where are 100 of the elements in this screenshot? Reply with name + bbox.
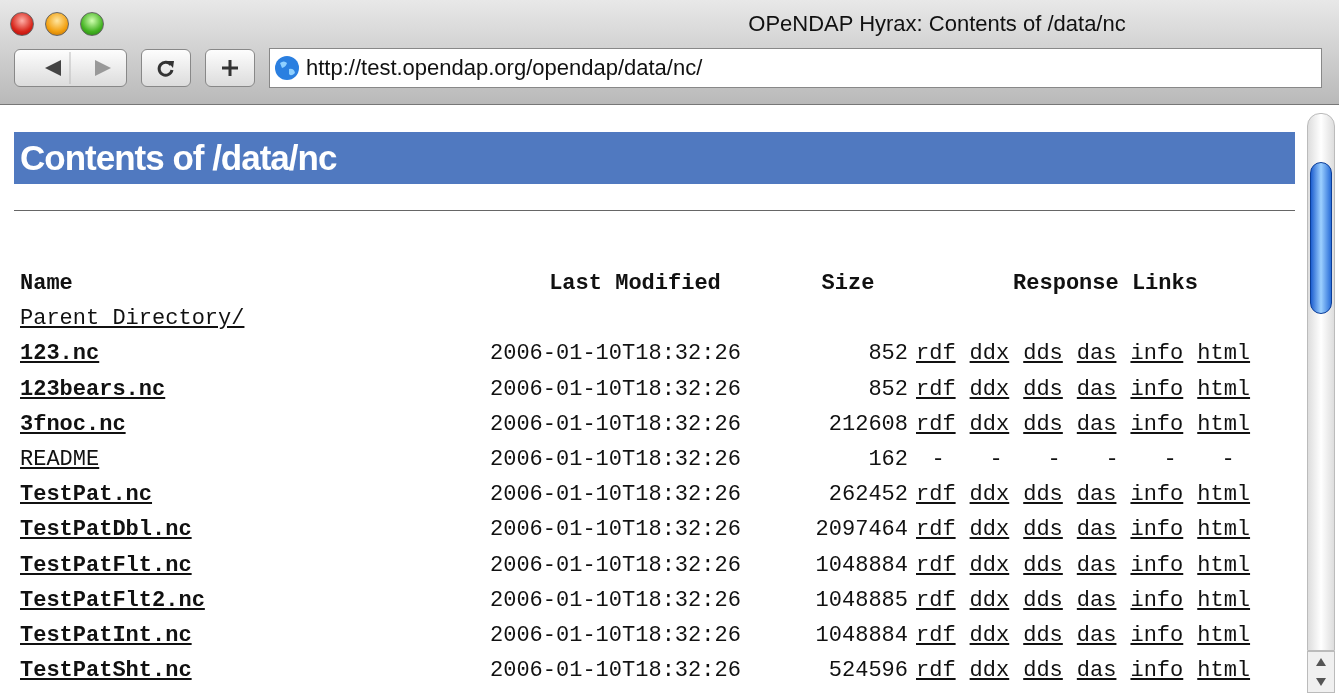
file-link[interactable]: TestPat.nc [20,482,153,508]
response-link[interactable]: html [1197,341,1251,368]
response-link[interactable]: ddx [969,341,1010,368]
zoom-button[interactable] [80,12,104,36]
response-link[interactable]: das [1076,658,1117,685]
size-text: 1048884 [814,622,909,649]
column-header: Response Links [1012,271,1199,297]
response-link[interactable]: rdf [916,552,956,579]
response-link[interactable]: rdf [916,587,956,614]
response-link[interactable]: dds [1023,376,1063,403]
add-bookmark-button[interactable] [205,49,255,87]
minimize-button[interactable] [45,12,69,36]
response-link[interactable]: info [1130,587,1184,614]
response-link[interactable]: info [1130,658,1184,685]
response-link[interactable]: info [1130,411,1184,438]
file-link[interactable]: README [20,446,100,472]
response-link[interactable]: dds [1023,517,1063,544]
dash-text: - [1162,446,1178,473]
back-forward-button[interactable] [14,49,127,87]
size-text: 1048884 [814,552,909,579]
response-link[interactable]: info [1130,376,1184,403]
date-text: 2006-01-10T18:32:26 [490,552,742,579]
date-text: 2006-01-10T18:32:26 [490,341,742,368]
response-link[interactable]: ddx [969,517,1010,544]
response-link[interactable]: das [1076,411,1117,438]
date-text: 2006-01-10T18:32:26 [490,411,742,438]
address-field[interactable]: http://test.opendap.org/opendap/data/nc/ [269,48,1322,88]
size-text: 262452 [827,482,909,509]
dash-text: - [930,446,946,473]
date-text: 2006-01-10T18:32:26 [490,376,742,403]
response-link[interactable]: info [1130,517,1184,544]
close-button[interactable] [10,12,34,36]
reload-button[interactable] [141,49,191,87]
response-link[interactable]: das [1076,622,1117,649]
date-text: 2006-01-10T18:32:26 [490,517,742,544]
response-link[interactable]: rdf [916,482,956,509]
response-link[interactable]: html [1197,658,1251,685]
response-link[interactable]: dds [1023,482,1063,509]
file-link[interactable]: 3fnoc.nc [20,411,126,437]
file-link[interactable]: TestPatFlt.nc [20,552,192,578]
response-link[interactable]: html [1197,622,1251,649]
response-link[interactable]: das [1076,482,1117,509]
response-link[interactable]: dds [1023,552,1063,579]
size-text: 852 [867,376,909,403]
response-link[interactable]: html [1197,482,1251,509]
column-header: Last Modified [548,271,722,297]
response-link[interactable]: dds [1023,622,1063,649]
size-text: 212608 [827,411,909,438]
file-link[interactable]: TestPatDbl.nc [20,517,192,543]
response-link[interactable]: rdf [916,658,956,685]
page-heading: Contents of /data/nc [14,132,1295,184]
response-link[interactable]: ddx [969,552,1010,579]
response-link[interactable]: das [1076,587,1117,614]
response-link[interactable]: das [1076,552,1117,579]
file-link[interactable]: 123.nc [20,341,100,367]
file-link[interactable]: TestPatSht.nc [20,658,192,684]
size-text: 1048885 [814,587,909,614]
response-link[interactable]: dds [1023,411,1063,438]
response-link[interactable]: html [1197,517,1251,544]
response-link[interactable]: ddx [969,482,1010,509]
response-link[interactable]: dds [1023,341,1063,368]
date-text: 2006-01-10T18:32:26 [490,482,742,509]
date-text: 2006-01-10T18:32:26 [490,622,742,649]
response-link[interactable]: html [1197,376,1251,403]
response-link[interactable]: html [1197,587,1251,614]
response-link[interactable]: html [1197,552,1251,579]
reload-icon [156,58,176,78]
scroll-arrows[interactable] [1307,651,1335,693]
date-text: 2006-01-10T18:32:26 [490,658,742,685]
file-link[interactable]: 123bears.nc [20,376,166,402]
response-link[interactable]: ddx [969,587,1010,614]
response-link[interactable]: ddx [969,622,1010,649]
response-link[interactable]: das [1076,341,1117,368]
response-link[interactable]: info [1130,341,1184,368]
file-link[interactable]: TestPatFlt2.nc [20,587,205,613]
dash-text: - [988,446,1004,473]
file-link[interactable]: TestPatInt.nc [20,622,192,648]
size-text: 524596 [827,658,909,685]
response-link[interactable]: rdf [916,341,956,368]
scrollbar[interactable] [1307,113,1335,651]
response-link[interactable]: rdf [916,622,956,649]
dash-text: - [1220,446,1236,473]
response-link[interactable]: info [1130,482,1184,509]
size-text: 852 [867,341,909,368]
response-link[interactable]: dds [1023,587,1063,614]
response-link[interactable]: rdf [916,411,956,438]
response-link[interactable]: ddx [969,376,1010,403]
file-link[interactable]: Parent Directory/ [20,306,245,332]
response-link[interactable]: html [1197,411,1251,438]
response-link[interactable]: info [1130,552,1184,579]
response-link[interactable]: das [1076,517,1117,544]
response-link[interactable]: rdf [916,376,956,403]
response-link[interactable]: ddx [969,411,1010,438]
plus-icon [220,58,240,78]
scroll-thumb[interactable] [1310,162,1332,314]
response-link[interactable]: info [1130,622,1184,649]
response-link[interactable]: das [1076,376,1117,403]
response-link[interactable]: ddx [969,658,1010,685]
response-link[interactable]: dds [1023,658,1063,685]
response-link[interactable]: rdf [916,517,956,544]
